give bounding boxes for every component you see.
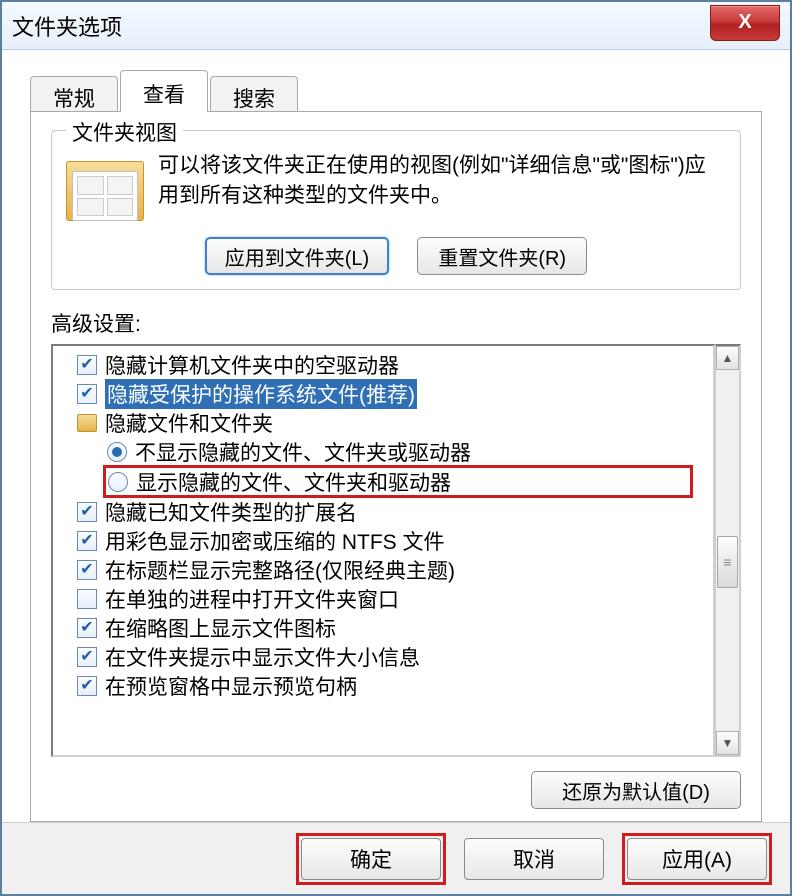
folder-view-desc: 可以将该文件夹正在使用的视图(例如"详细信息"或"图标")应用到所有这种类型的文… xyxy=(158,151,726,212)
opt-hide-empty-drives[interactable]: 隐藏计算机文件夹中的空驱动器 xyxy=(53,350,713,379)
folder-view-group: 文件夹视图 可以将该文件夹正在使用的视图(例如"详细信息"或"图标")应用到所有… xyxy=(51,130,741,290)
folder-icon xyxy=(66,157,144,227)
tab-search[interactable]: 搜索 xyxy=(210,76,298,112)
advanced-container: 隐藏计算机文件夹中的空驱动器 隐藏受保护的操作系统文件(推荐) 隐藏文件和文件夹… xyxy=(51,344,741,757)
opt-preview-handlers[interactable]: 在预览窗格中显示预览句柄 xyxy=(53,671,713,700)
checkbox-icon xyxy=(77,384,97,404)
scroll-down-icon[interactable]: ▼ xyxy=(716,731,739,755)
highlight-apply: 应用(A) xyxy=(622,833,772,885)
checkbox-icon xyxy=(77,531,97,551)
cancel-wrap: 取消 xyxy=(464,838,604,880)
tab-strip: 常规 查看 搜索 xyxy=(30,70,762,112)
restore-row: 还原为默认值(D) xyxy=(51,771,741,809)
cancel-button[interactable]: 取消 xyxy=(464,838,604,880)
folder-icon xyxy=(77,414,97,432)
opt-thumbnail-icons[interactable]: 在缩略图上显示文件图标 xyxy=(53,613,713,642)
checkbox-icon xyxy=(77,502,97,522)
reset-folders-button[interactable]: 重置文件夹(R) xyxy=(417,237,587,275)
ok-button[interactable]: 确定 xyxy=(301,838,441,880)
tab-general[interactable]: 常规 xyxy=(30,76,118,112)
opt-dont-show-hidden[interactable]: 不显示隐藏的文件、文件夹或驱动器 xyxy=(53,437,713,466)
folder-view-buttons: 应用到文件夹(L) 重置文件夹(R) xyxy=(66,237,726,275)
close-button[interactable]: X xyxy=(710,5,780,41)
titlebar: 文件夹选项 X xyxy=(2,2,790,50)
checkbox-icon xyxy=(77,647,97,667)
advanced-label: 高级设置: xyxy=(51,308,741,338)
radio-icon xyxy=(108,472,128,492)
folder-view-legend: 文件夹视图 xyxy=(66,117,183,147)
folder-view-row: 可以将该文件夹正在使用的视图(例如"详细信息"或"图标")应用到所有这种类型的文… xyxy=(66,151,726,227)
apply-to-folders-button[interactable]: 应用到文件夹(L) xyxy=(205,237,389,275)
checkbox-icon xyxy=(77,676,97,696)
content-area: 常规 查看 搜索 文件夹视图 可以将该文件夹正在使用的视图(例如"详细信息"或"… xyxy=(2,50,790,822)
checkbox-icon xyxy=(77,618,97,638)
scroll-thumb[interactable] xyxy=(717,536,738,588)
opt-hide-extensions[interactable]: 隐藏已知文件类型的扩展名 xyxy=(53,497,713,526)
opt-hide-protected-os-files[interactable]: 隐藏受保护的操作系统文件(推荐) xyxy=(53,379,713,408)
tab-view[interactable]: 查看 xyxy=(120,70,208,112)
dialog-button-bar: 确定 取消 应用(A) xyxy=(2,822,790,894)
treeview-scrollbar[interactable]: ▲ ▼ xyxy=(715,344,741,757)
scroll-track[interactable] xyxy=(716,370,739,731)
opt-full-path-titlebar[interactable]: 在标题栏显示完整路径(仅限经典主题) xyxy=(53,555,713,584)
opt-show-hidden[interactable]: 显示隐藏的文件、文件夹和驱动器 xyxy=(103,465,693,498)
apply-button[interactable]: 应用(A) xyxy=(627,838,767,880)
opt-folder-size-tips[interactable]: 在文件夹提示中显示文件大小信息 xyxy=(53,642,713,671)
opt-hidden-files-folder[interactable]: 隐藏文件和文件夹 xyxy=(53,408,713,437)
close-icon: X xyxy=(738,11,751,34)
restore-defaults-button[interactable]: 还原为默认值(D) xyxy=(531,771,741,809)
radio-icon xyxy=(107,442,127,462)
scroll-up-icon[interactable]: ▲ xyxy=(716,346,739,370)
highlight-ok: 确定 xyxy=(296,833,446,885)
checkbox-icon xyxy=(77,355,97,375)
opt-color-ntfs[interactable]: 用彩色显示加密或压缩的 NTFS 文件 xyxy=(53,526,713,555)
opt-separate-process[interactable]: 在单独的进程中打开文件夹窗口 xyxy=(53,584,713,613)
checkbox-icon xyxy=(77,589,97,609)
checkbox-icon xyxy=(77,560,97,580)
window-title: 文件夹选项 xyxy=(12,10,710,42)
tabpanel-view: 文件夹视图 可以将该文件夹正在使用的视图(例如"详细信息"或"图标")应用到所有… xyxy=(30,111,762,822)
advanced-treeview[interactable]: 隐藏计算机文件夹中的空驱动器 隐藏受保护的操作系统文件(推荐) 隐藏文件和文件夹… xyxy=(51,344,715,757)
folder-options-window: 文件夹选项 X 常规 查看 搜索 文件夹视图 可以将该文件夹正在使用的视图(例如… xyxy=(0,0,792,896)
